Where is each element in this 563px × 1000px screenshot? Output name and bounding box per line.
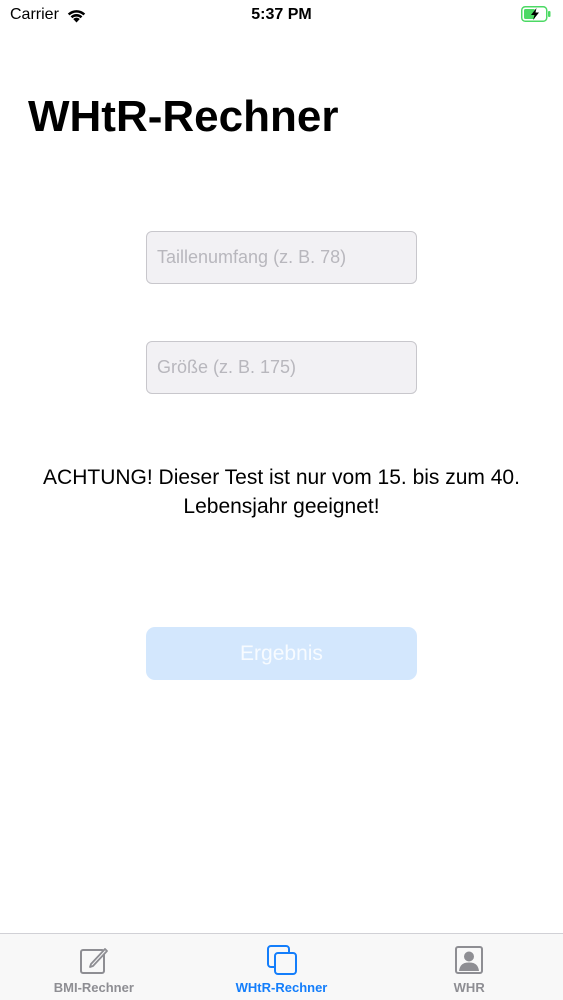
tab-whtr-rechner[interactable]: WHtR-Rechner xyxy=(188,934,376,1000)
tab-bmi-rechner[interactable]: BMI-Rechner xyxy=(0,934,188,1000)
battery-charging-icon xyxy=(521,6,551,22)
age-warning-text: ACHTUNG! Dieser Test ist nur vom 15. bis… xyxy=(43,466,520,518)
tab-label-whtr: WHtR-Rechner xyxy=(235,980,328,995)
tab-label-bmi: BMI-Rechner xyxy=(53,980,134,995)
status-bar: Carrier 5:37 PM xyxy=(0,0,563,30)
person-portrait-icon xyxy=(455,946,484,974)
status-time: 5:37 PM xyxy=(251,6,312,23)
tab-whr[interactable]: WHR xyxy=(375,934,563,1000)
height-input[interactable] xyxy=(146,341,417,394)
result-button[interactable]: Ergebnis xyxy=(146,627,417,680)
page-title: WHtR-Rechner xyxy=(28,92,339,141)
compose-icon xyxy=(79,948,108,974)
stacked-squares-icon xyxy=(266,945,297,975)
tab-label-whr: WHR xyxy=(453,980,485,995)
waist-circumference-input[interactable] xyxy=(146,231,417,284)
tab-bar: BMI-Rechner WHtR-Rechner WHR xyxy=(0,933,563,1000)
